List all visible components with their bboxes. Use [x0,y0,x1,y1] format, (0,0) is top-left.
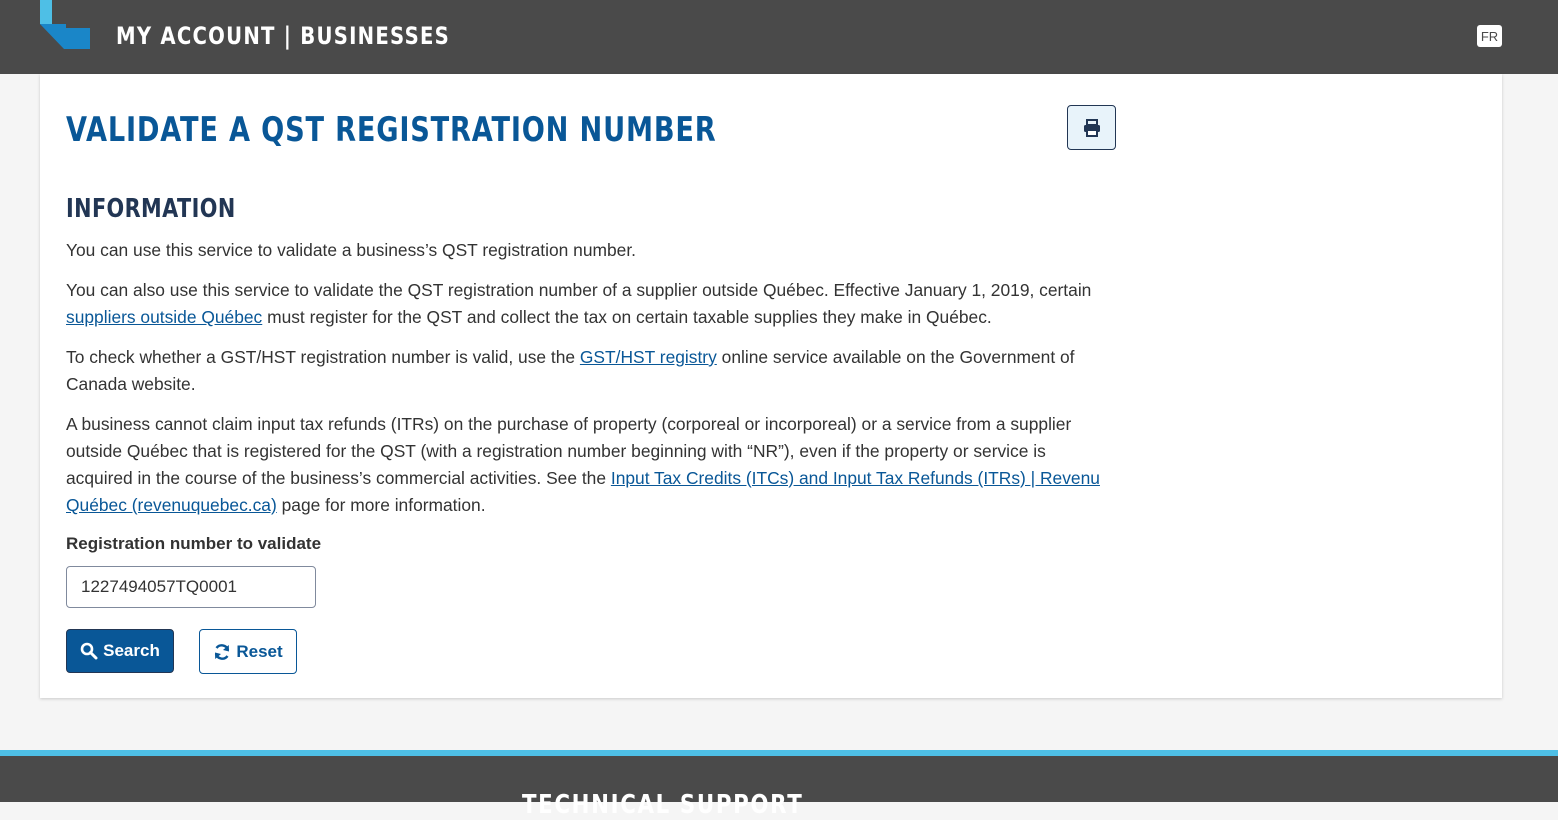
info-paragraph-4-text-end: page for more information. [276,495,486,515]
refresh-icon [215,643,230,660]
section-title: INFORMATION [66,194,236,224]
reset-button[interactable]: Reset [199,629,297,674]
info-paragraph-4: A business cannot claim input tax refund… [66,411,1106,519]
search-button[interactable]: Search [66,629,174,673]
page-title: VALIDATE A QST REGISTRATION NUMBER [66,110,717,150]
footer: TECHNICAL SUPPORT [0,756,1558,820]
gst-hst-registry-link[interactable]: GST/HST registry [580,347,717,367]
info-paragraph-1: You can use this service to validate a b… [66,240,637,260]
search-button-label: Search [103,641,160,660]
reset-button-label: Reset [236,641,283,661]
footer-title: TECHNICAL SUPPORT [522,790,804,820]
top-bar: MY ACCOUNT | BUSINESSES FR [0,0,1558,74]
main-card: VALIDATE A QST REGISTRATION NUMBER INFOR… [40,74,1502,698]
info-paragraph-2-text: You can also use this service to validat… [66,280,1092,300]
app-title[interactable]: MY ACCOUNT | BUSINESSES [116,22,450,50]
info-paragraph-3-text: To check whether a GST/HST registration … [66,347,580,367]
registration-number-input[interactable] [66,566,316,608]
language-toggle-button[interactable]: FR [1477,25,1502,47]
info-paragraph-2: You can also use this service to validat… [66,277,1106,331]
search-icon [80,642,98,660]
registration-number-label: Registration number to validate [66,534,322,553]
info-paragraph-2-text-end: must register for the QST and collect th… [262,307,992,327]
print-icon [1083,118,1100,137]
revenu-quebec-logo[interactable] [40,0,90,49]
print-button[interactable] [1067,105,1116,150]
info-paragraph-3: To check whether a GST/HST registration … [66,344,1106,398]
suppliers-outside-quebec-link[interactable]: suppliers outside Québec [66,307,262,327]
